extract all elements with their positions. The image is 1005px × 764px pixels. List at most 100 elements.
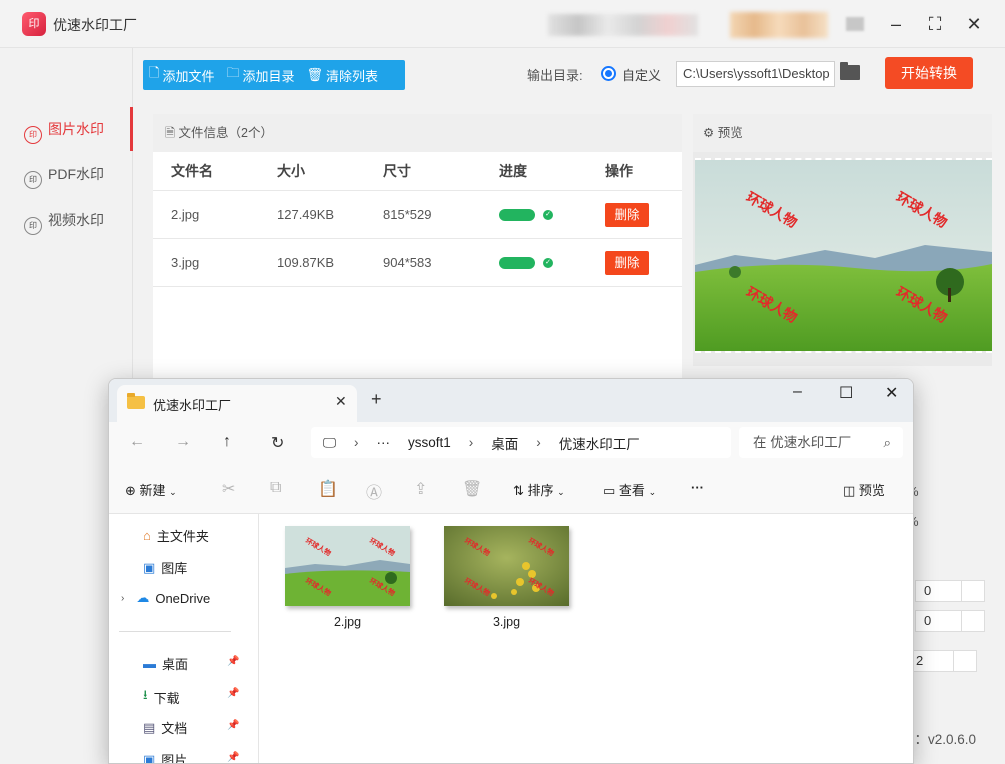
new-tab-icon[interactable]: + [371,389,382,410]
delete-button[interactable]: 删除 [605,251,649,275]
file-info-title: 文件信息（2个） [178,126,273,140]
explorer-close-button[interactable]: ✕ [885,383,898,403]
explorer-tab-title: 优速水印工厂 [153,398,232,413]
nav-item-gallery[interactable]: ▣ 图库 [143,558,187,577]
clear-list-button[interactable]: 🗑 清除列表 [301,66,385,85]
refresh-icon[interactable]: ↻ [271,433,284,453]
sort-button[interactable]: ⇅ 排序 ⌄ [513,480,565,499]
pin-icon: 📌 [227,656,240,667]
pin-icon: 📌 [227,752,240,763]
explorer-maximize-button[interactable]: ☐ [839,383,853,403]
up-arrow-icon[interactable]: ↑ [223,433,231,451]
nav-item-home[interactable]: ⌂ 主文件夹 [143,526,209,545]
address-bar[interactable]: 🖵 › ··· yssoft1 › 桌面 › 优速水印工厂 [311,427,731,458]
nav-label: 图片 [161,753,188,764]
desktop-icon: ▬ [143,656,156,671]
nav-item-pictures[interactable]: ▣ 图片 [143,750,187,764]
check-icon: ✓ [543,258,553,268]
add-dir-button[interactable]: 🗀 添加目录 [220,64,300,86]
nav-label: 主文件夹 [156,529,209,544]
file-name-label[interactable]: 3.jpg [444,615,569,629]
delete-icon[interactable]: 🗑 [462,479,482,499]
preview-title: 预览 [717,126,743,140]
start-convert-button[interactable]: 开始转换 [885,57,973,89]
search-icon: ⌕ [883,435,891,450]
output-path-input[interactable]: C:\Users\yssoft1\Desktop [676,61,835,87]
file-size-cell: 109.87KB [277,255,335,270]
preview-pane-button[interactable]: ◫ 预览 [843,480,885,499]
view-label: 查看 [618,483,645,498]
new-label: 新建 [139,483,166,498]
explorer-tab[interactable]: 优速水印工厂 ✕ [117,385,357,422]
delete-button[interactable]: 删除 [605,203,649,227]
file-name-cell: 2.jpg [171,207,200,222]
paste-icon[interactable]: 📋 [318,479,338,499]
maximize-button[interactable]: ⛶ [920,10,950,38]
cut-icon[interactable]: ✂ [222,479,235,499]
number-stepper[interactable]: 2 [907,650,977,672]
share-icon[interactable]: ⇪ [414,479,427,499]
number-stepper[interactable]: 0 [915,610,985,632]
explorer-minimize-button[interactable]: – [793,383,802,401]
copy-icon[interactable]: ⧉ [270,479,281,497]
custom-dir-radio[interactable] [601,66,616,81]
chevron-right-icon: › [121,592,125,604]
explorer-search-input[interactable]: 在 优速水印工厂 ⌕ [739,427,903,458]
document-icon: ▤ [143,719,156,735]
minimize-button[interactable]: – [881,10,911,38]
landscape-image: 环球人物 环球人物 环球人物 环球人物 [695,160,992,351]
preview-pane-icon: ◫ [843,483,856,498]
column-header-size: 大小 [277,163,305,179]
more-icon[interactable]: ··· [377,435,391,450]
sidebar-item-image-watermark[interactable]: 印图片水印 [0,107,133,151]
nav-divider [119,631,231,632]
forward-arrow-icon[interactable]: → [175,433,191,451]
file-dims-cell: 815*529 [383,207,432,222]
blurred-icon [846,17,864,31]
number-stepper[interactable]: 0 [915,580,985,602]
file-size-cell: 127.49KB [277,207,335,222]
breadcrumb-item[interactable]: 桌面 [491,433,518,453]
nav-label: 桌面 [162,657,189,672]
file-icon: 🗎 [165,126,176,140]
gallery-icon: ▣ [143,559,156,575]
folder-icon [127,393,145,409]
custom-dir-radio-label: 自定义 [622,68,662,83]
monitor-icon: 🖵 [323,434,337,450]
preview-header: ⚙ 预览 [693,114,992,152]
file-thumbnail-3[interactable]: 环球人物 环球人物 环球人物 环球人物 [444,526,569,606]
new-button[interactable]: ⊕ 新建 ⌄ [125,480,177,499]
sidebar-item-video-watermark[interactable]: 印视频水印 [0,198,133,242]
browse-folder-icon[interactable] [840,62,860,80]
output-dir-label: 输出目录: [527,68,583,83]
close-button[interactable]: ✕ [959,10,989,38]
pictures-icon: ▣ [143,751,156,764]
column-header-name: 文件名 [171,163,213,179]
table-row[interactable]: 3.jpg 109.87KB 904*583 ✓ 删除 [153,238,682,286]
file-name-label[interactable]: 2.jpg [285,615,410,629]
sort-label: 排序 [527,483,554,498]
file-icon: 🗋 [149,65,160,80]
back-arrow-icon[interactable]: ← [129,433,145,451]
sidebar-item-pdf-watermark[interactable]: 印 PDF水印 [0,152,133,196]
file-thumbnail-2[interactable]: 环球人物 环球人物 环球人物 环球人物 [285,526,410,606]
cloud-icon: ☁ [136,590,150,605]
add-file-button[interactable]: 🗋 添加文件 [143,64,220,86]
breadcrumb-item[interactable]: yssoft1 [408,435,451,450]
nav-item-onedrive[interactable]: › ☁ OneDrive [121,590,210,606]
breadcrumb-item[interactable]: 优速水印工厂 [559,433,640,453]
rename-icon[interactable]: Ⓐ [366,479,382,503]
more-options-icon[interactable]: ··· [691,480,704,495]
view-button[interactable]: ▭ 查看 ⌄ [603,480,656,499]
nav-item-documents[interactable]: ▤ 文档 [143,718,187,737]
file-explorer-window: 优速水印工厂 ✕ + – ☐ ✕ ← → ↑ ↻ 🖵 › ··· yssoft1… [108,378,914,764]
watermark-icon: 印 [24,217,42,235]
watermark-icon: 印 [24,126,42,144]
table-row[interactable]: 2.jpg 127.49KB 815*529 ✓ 删除 [153,190,682,238]
add-dir-label: 添加目录 [242,68,295,84]
progress-bar [499,257,535,269]
nav-item-downloads[interactable]: ⭳ 下载 [143,686,180,708]
close-tab-icon[interactable]: ✕ [335,393,347,410]
thumbnail-image: 环球人物 环球人物 环球人物 环球人物 [444,526,569,606]
nav-item-desktop[interactable]: ▬ 桌面 [143,654,188,673]
